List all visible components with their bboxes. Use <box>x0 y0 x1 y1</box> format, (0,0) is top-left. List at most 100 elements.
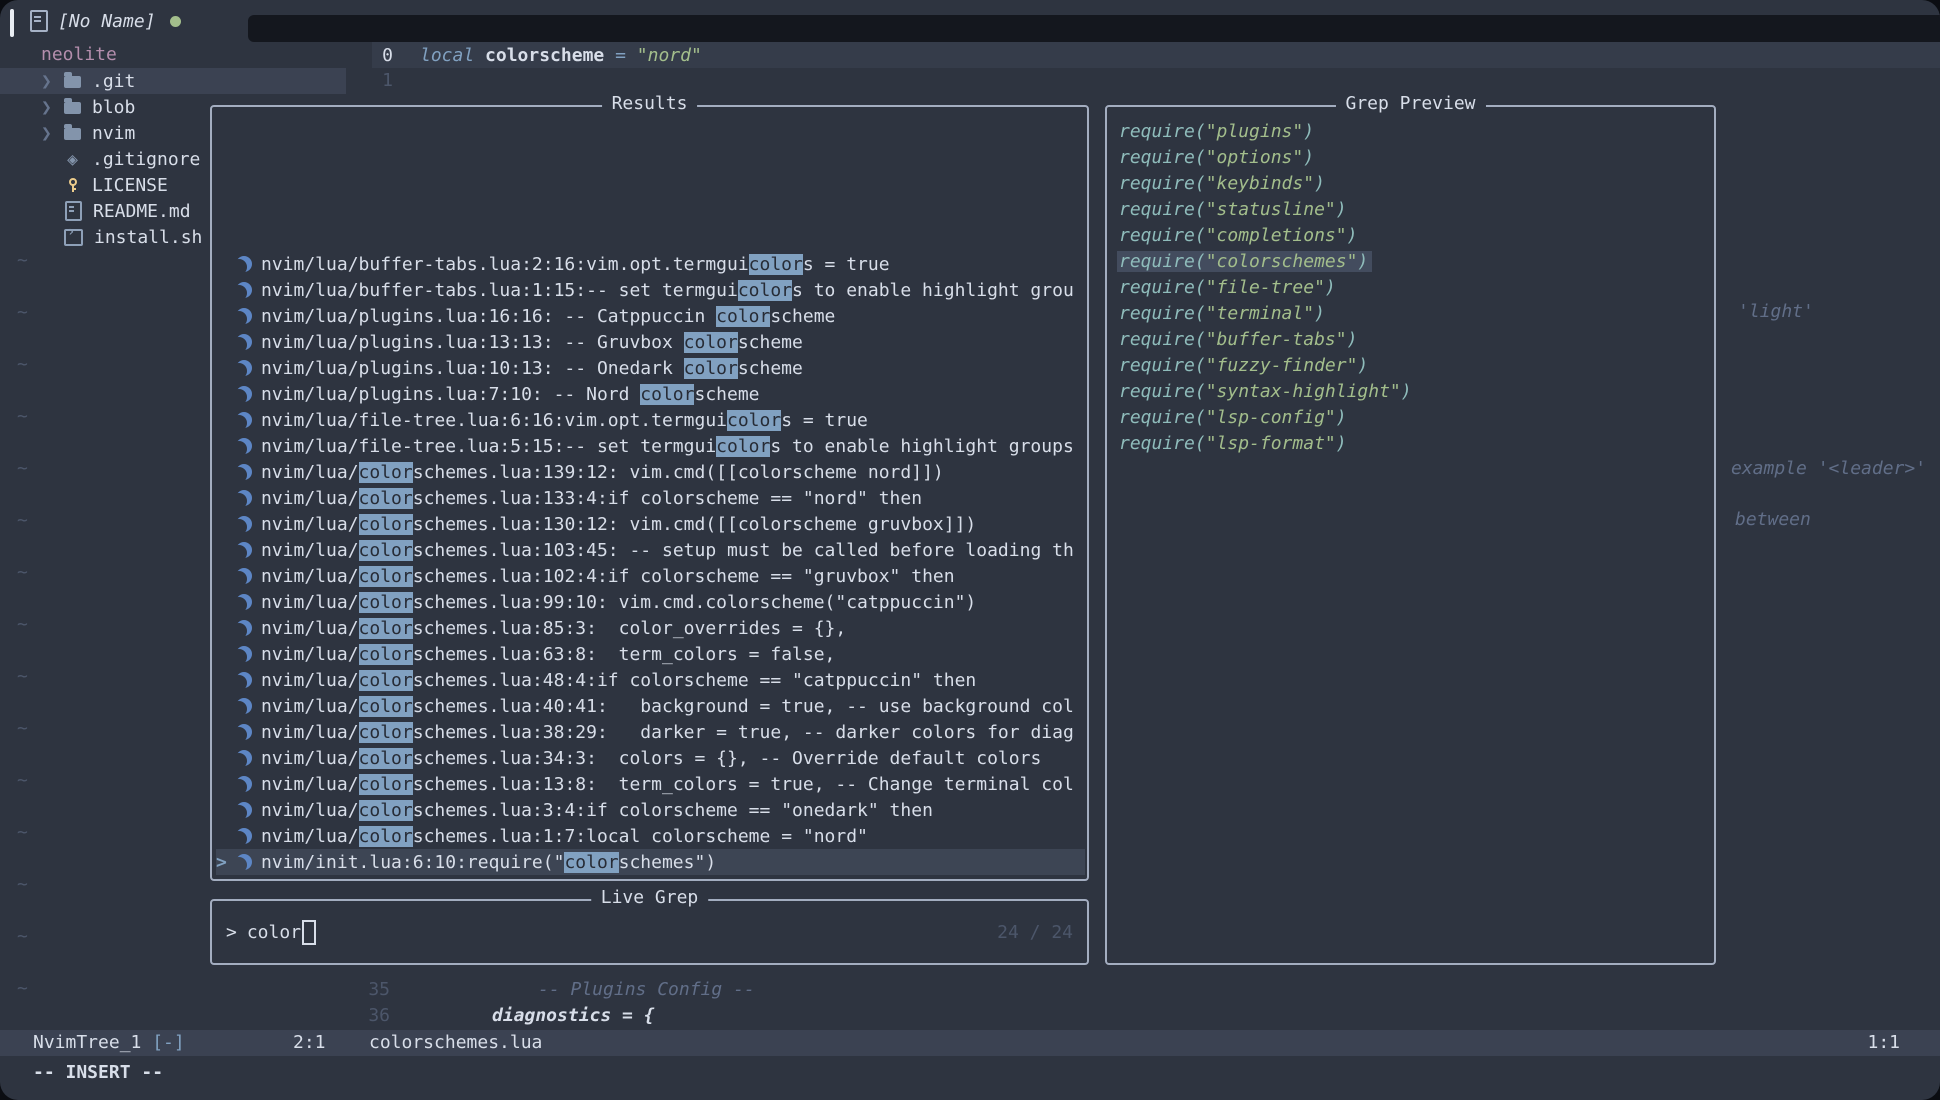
result-row[interactable]: nvim/lua/colorschemes.lua:13:8: term_col… <box>216 771 1085 797</box>
result-text: nvim/lua/colorschemes.lua:34:3: colors =… <box>261 748 1041 769</box>
project-root-label: neolite <box>0 42 372 68</box>
result-text: nvim/lua/colorschemes.lua:139:12: vim.cm… <box>261 462 944 483</box>
match-highlight: color <box>716 306 770 327</box>
preview-line: require("options") <box>1117 145 1710 171</box>
lua-file-icon <box>236 854 252 870</box>
empty-line-tilde: ~ <box>17 716 28 742</box>
selection-caret <box>216 722 236 743</box>
cursor-position: 1:1 <box>1867 1030 1900 1056</box>
selection-caret <box>216 514 236 535</box>
selection-caret <box>216 774 236 795</box>
grep-preview-window: Grep Preview require("plugins")require("… <box>1105 105 1716 965</box>
selection-caret <box>216 748 236 769</box>
match-highlight: color <box>359 800 413 821</box>
result-row[interactable]: nvim/lua/colorschemes.lua:85:3: color_ov… <box>216 615 1085 641</box>
results-list[interactable]: nvim/lua/buffer-tabs.lua:2:16:vim.opt.te… <box>216 109 1085 875</box>
lua-file-icon <box>236 776 252 792</box>
line-number: 0 <box>372 45 393 66</box>
text-cursor <box>302 920 316 945</box>
lua-file-icon <box>236 412 252 428</box>
result-row[interactable]: nvim/lua/colorschemes.lua:48:4:if colors… <box>216 667 1085 693</box>
result-row[interactable]: nvim/lua/colorschemes.lua:34:3: colors =… <box>216 745 1085 771</box>
empty-line-tilde: ~ <box>17 248 28 274</box>
empty-line-tilde: ~ <box>17 664 28 690</box>
match-highlight: color <box>738 280 792 301</box>
chevron-right-icon: ❯ <box>41 123 64 144</box>
result-row[interactable]: nvim/lua/plugins.lua:7:10: -- Nord color… <box>216 381 1085 407</box>
result-row[interactable]: nvim/lua/plugins.lua:10:13: -- Onedark c… <box>216 355 1085 381</box>
selection-caret <box>216 696 236 717</box>
lua-file-icon <box>236 308 252 324</box>
chevron-right-icon: ❯ <box>41 71 64 92</box>
result-text: nvim/lua/file-tree.lua:5:15:-- set termg… <box>261 436 1074 457</box>
result-row[interactable]: nvim/lua/plugins.lua:16:16: -- Catppucci… <box>216 303 1085 329</box>
result-row[interactable]: nvim/lua/colorschemes.lua:102:4:if color… <box>216 563 1085 589</box>
background-code-fragment: example '<leader>' <box>1731 458 1926 479</box>
lua-file-icon <box>236 438 252 454</box>
result-row[interactable]: nvim/lua/file-tree.lua:5:15:-- set termg… <box>216 433 1085 459</box>
tree-item-label: blob <box>92 97 135 118</box>
result-row[interactable]: nvim/lua/colorschemes.lua:1:7:local colo… <box>216 823 1085 849</box>
result-row[interactable]: nvim/lua/buffer-tabs.lua:2:16:vim.opt.te… <box>216 251 1085 277</box>
tree-item-label: nvim <box>92 123 135 144</box>
operator-token: = <box>615 45 626 66</box>
result-row[interactable]: nvim/lua/colorschemes.lua:63:8: term_col… <box>216 641 1085 667</box>
editor-cursor-line[interactable]: 0 local colorscheme = "nord" <box>372 42 1940 68</box>
selection-caret <box>216 410 236 431</box>
lua-file-icon <box>236 828 252 844</box>
lua-file-icon <box>236 594 252 610</box>
result-row[interactable]: nvim/lua/colorschemes.lua:103:45: -- set… <box>216 537 1085 563</box>
tree-item-.git[interactable]: ❯.git <box>0 68 346 94</box>
match-highlight: color <box>684 358 738 379</box>
prompt-icon: > <box>226 922 237 943</box>
preview-line: require("plugins") <box>1117 119 1710 145</box>
result-row[interactable]: nvim/lua/colorschemes.lua:133:4:if color… <box>216 485 1085 511</box>
empty-line-tilde: ~ <box>17 560 28 586</box>
match-highlight: color <box>716 436 770 457</box>
tree-item-label: install.sh <box>94 227 202 248</box>
empty-line-tilde: ~ <box>17 300 28 326</box>
match-highlight: color <box>359 566 413 587</box>
tree-cursor-position: 2:1 <box>293 1030 326 1056</box>
empty-line-tilde: ~ <box>17 976 28 1002</box>
result-row[interactable]: nvim/lua/file-tree.lua:6:16:vim.opt.term… <box>216 407 1085 433</box>
match-highlight: color <box>359 748 413 769</box>
result-row[interactable]: nvim/lua/colorschemes.lua:139:12: vim.cm… <box>216 459 1085 485</box>
lua-file-icon <box>236 256 252 272</box>
identifier-token: colorscheme <box>485 45 604 66</box>
lua-file-icon <box>236 490 252 506</box>
readme-icon <box>65 201 82 221</box>
result-row[interactable]: nvim/lua/colorschemes.lua:38:29: darker … <box>216 719 1085 745</box>
preview-line: require("buffer-tabs") <box>1117 327 1710 353</box>
keyword-token: local <box>420 45 474 66</box>
result-row[interactable]: nvim/lua/buffer-tabs.lua:1:15:-- set ter… <box>216 277 1085 303</box>
lua-file-icon <box>236 386 252 402</box>
result-row[interactable]: nvim/lua/colorschemes.lua:40:41: backgro… <box>216 693 1085 719</box>
result-text: nvim/lua/plugins.lua:7:10: -- Nord color… <box>261 384 760 405</box>
match-highlight: color <box>564 852 618 873</box>
match-highlight: color <box>727 410 781 431</box>
live-grep-input[interactable]: > color 24 / 24 <box>212 901 1087 963</box>
result-row[interactable]: >nvim/init.lua:6:10:require("colorscheme… <box>216 849 1085 875</box>
line-number: 36 <box>340 1003 390 1029</box>
result-row[interactable]: nvim/lua/colorschemes.lua:99:10: vim.cmd… <box>216 589 1085 615</box>
lua-file-icon <box>236 750 252 766</box>
result-text: nvim/lua/colorschemes.lua:63:8: term_col… <box>261 644 835 665</box>
script-icon <box>64 229 83 246</box>
result-row[interactable]: nvim/lua/plugins.lua:13:13: -- Gruvbox c… <box>216 329 1085 355</box>
lua-file-icon <box>236 724 252 740</box>
buffer-tab[interactable]: [No Name] <box>30 7 181 35</box>
selection-caret <box>216 488 236 509</box>
result-row[interactable]: nvim/lua/colorschemes.lua:130:12: vim.cm… <box>216 511 1085 537</box>
empty-line-tilde: ~ <box>17 508 28 534</box>
result-row[interactable]: nvim/lua/colorschemes.lua:3:4:if colorsc… <box>216 797 1085 823</box>
match-highlight: color <box>359 462 413 483</box>
tree-item-label: LICENSE <box>92 175 168 196</box>
lua-file-icon <box>236 334 252 350</box>
match-highlight: color <box>359 644 413 665</box>
lua-file-icon <box>236 360 252 376</box>
selection-caret <box>216 618 236 639</box>
match-highlight: color <box>359 696 413 717</box>
selection-caret <box>216 280 236 301</box>
code-comment-line: -- Plugins Config -- <box>538 977 755 1003</box>
